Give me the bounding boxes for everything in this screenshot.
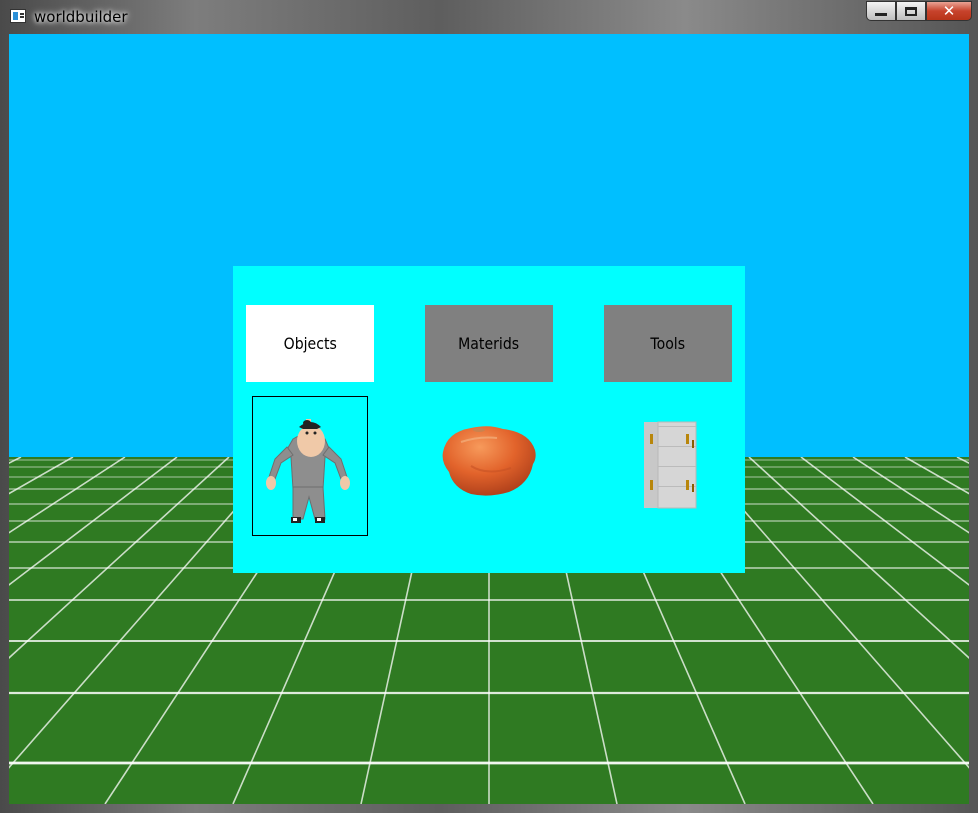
maximize-button[interactable] [896, 1, 926, 21]
object-item-character[interactable] [252, 396, 368, 536]
tab-materials-label: Materids [458, 334, 520, 353]
close-icon: ✕ [942, 2, 956, 20]
object-item-ball[interactable] [431, 396, 547, 536]
orange-ball-icon [442, 426, 536, 496]
window-title: worldbuilder [34, 8, 128, 26]
tab-objects-label: Objects [283, 334, 337, 353]
title-bar[interactable]: worldbuilder ✕ [0, 0, 978, 34]
maximize-icon [905, 6, 917, 16]
app-window: worldbuilder ✕ Objects Materids Tools [0, 0, 978, 813]
building-block-icon [644, 421, 697, 509]
viewport-3d[interactable]: Objects Materids Tools [9, 34, 969, 804]
app-icon[interactable] [10, 9, 26, 23]
tab-materials[interactable]: Materids [425, 305, 553, 382]
object-item-building[interactable] [610, 396, 726, 536]
close-button[interactable]: ✕ [926, 1, 972, 21]
tab-tools[interactable]: Tools [604, 305, 732, 382]
character-figure-icon [266, 419, 350, 523]
menu-panel: Objects Materids Tools [233, 266, 745, 573]
tab-tools-label: Tools [650, 334, 686, 353]
window-controls: ✕ [866, 1, 972, 23]
tab-objects[interactable]: Objects [246, 305, 374, 382]
minimize-icon [875, 13, 887, 16]
minimize-button[interactable] [866, 1, 896, 21]
